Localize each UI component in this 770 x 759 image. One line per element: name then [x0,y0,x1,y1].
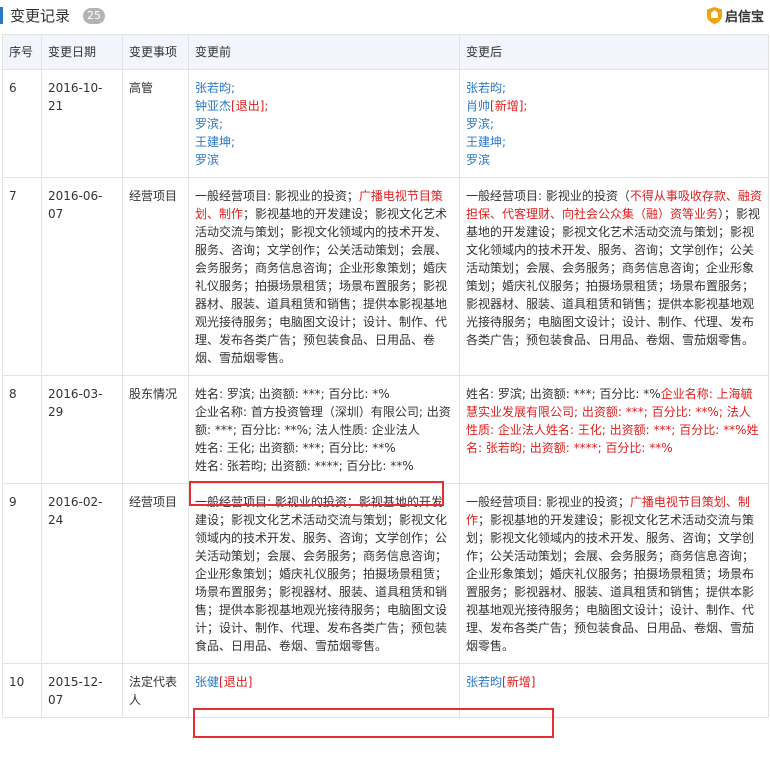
cell-date: 2016-02-24 [41,483,123,664]
cell-before: 一般经营项目: 影视业的投资；影视基地的开发建设；影视文化艺术活动交流与策划；影… [188,483,460,664]
change-highlight-text: [新增] [502,675,536,689]
person-link[interactable]: 张若昀 [466,675,502,689]
table-row: 10 2015-12-07 法定代表人 张健[退出] 张若昀[新增] [2,663,769,718]
cell-item: 股东情况 [122,375,189,484]
change-text: 企业名称: 首方投资管理（深圳）有限公司; 出资额: ***; 百分比: **%… [195,405,451,437]
person-link[interactable]: 罗滨 [195,153,219,167]
person-link[interactable]: 钟亚杰 [195,99,231,113]
cell-after: 一般经营项目: 影视业的投资（不得从事吸收存款、融资担保、代客理财、向社会公众集… [459,177,769,376]
cell-item: 高管 [122,69,189,178]
change-line: 罗滨 [466,151,762,169]
change-line: 姓名: 王化; 出资额: ***; 百分比: **% [195,439,453,457]
count-badge: 25 [83,8,105,24]
shield-icon [706,7,722,24]
cell-item: 经营项目 [122,483,189,664]
cell-no: 10 [2,663,42,718]
change-highlight-text: [新增]; [490,99,528,113]
change-highlight-text: [退出] [219,675,253,689]
change-line: 一般经营项目: 影视业的投资（不得从事吸收存款、融资担保、代客理财、向社会公众集… [466,187,762,349]
section-header: 变更记录 25 启信宝 [0,0,770,33]
person-link[interactable]: 张健 [195,675,219,689]
cell-after: 张若昀; 肖帅[新增]; 罗滨; 王建坤; 罗滨 [459,69,769,178]
change-line: 肖帅[新增]; [466,97,762,115]
cell-before: 张健[退出] [188,663,460,718]
change-text: 一般经营项目: 影视业的投资；影视基地的开发建设；影视文化艺术活动交流与策划；影… [195,495,448,653]
cell-no: 9 [2,483,42,664]
cell-before: 张若昀; 钟亚杰[退出]; 罗滨; 王建坤; 罗滨 [188,69,460,178]
change-text: 一般经营项目: 影视业的投资； [466,495,630,509]
person-link[interactable]: 王建坤; [195,135,235,149]
person-link[interactable]: 罗滨; [195,117,223,131]
change-line: 罗滨; [195,115,453,133]
cell-before: 一般经营项目: 影视业的投资；广播电视节目策划、制作；影视基地的开发建设；影视文… [188,177,460,376]
section-title: 变更记录 [10,7,71,25]
change-line: 姓名: 张若昀; 出资额: ****; 百分比: **% [195,457,453,475]
change-line: 王建坤; [195,133,453,151]
person-link[interactable]: 罗滨; [466,117,494,131]
change-line: 一般经营项目: 影视业的投资；广播电视节目策划、制作；影视基地的开发建设；影视文… [466,493,762,655]
cell-before: 姓名: 罗滨; 出资额: ***; 百分比: *% 企业名称: 首方投资管理（深圳… [188,375,460,484]
change-line: 张若昀[新增] [466,673,762,691]
person-link[interactable]: 张若昀; [195,81,235,95]
table-row: 6 2016-10-21 高管 张若昀; 钟亚杰[退出]; 罗滨; 王建坤; 罗滨 张若昀; 肖帅… [2,69,769,178]
brand-logo[interactable]: 启信宝 [706,6,764,25]
person-link[interactable]: 肖帅 [466,99,490,113]
change-text: 一般经营项目: 影视业的投资（ [466,189,630,203]
cell-item: 法定代表人 [122,663,189,718]
person-link[interactable]: 王建坤; [466,135,506,149]
change-line: 张健[退出] [195,673,453,691]
change-line: 姓名: 罗滨; 出资额: ***; 百分比: *%企业名称: 上海毓慧实业发展有… [466,385,762,457]
cell-after: 姓名: 罗滨; 出资额: ***; 百分比: *%企业名称: 上海毓慧实业发展有… [459,375,769,484]
cell-date: 2016-10-21 [41,69,123,178]
change-line: 一般经营项目: 影视业的投资；影视基地的开发建设；影视文化艺术活动交流与策划；影… [195,493,453,655]
person-link[interactable]: 罗滨 [466,153,490,167]
change-line: 罗滨; [466,115,762,133]
change-line: 一般经营项目: 影视业的投资；广播电视节目策划、制作；影视基地的开发建设；影视文… [195,187,453,367]
change-line: 钟亚杰[退出]; [195,97,453,115]
change-text: ；影视基地的开发建设；影视文化艺术活动交流与策划；影视文化领域内的技术开发、服务… [466,513,755,653]
table-row: 9 2016-02-24 经营项目 一般经营项目: 影视业的投资；影视基地的开发建设；… [2,483,769,664]
change-text: 一般经营项目: 影视业的投资； [195,189,359,203]
change-text: 姓名: 罗滨; 出资额: ***; 百分比: *% [195,387,390,401]
change-line: 张若昀; [466,79,762,97]
cell-date: 2016-06-07 [41,177,123,376]
section-accent-bar [0,7,3,24]
cell-date: 2015-12-07 [41,663,123,718]
change-highlight-text: [退出]; [231,99,269,113]
change-text: 姓名: 罗滨; 出资额: ***; 百分比: *% [466,387,661,401]
column-header-before: 变更前 [188,34,460,70]
table-row: 7 2016-06-07 经营项目 一般经营项目: 影视业的投资；广播电视节目策划、制… [2,177,769,376]
change-line: 姓名: 罗滨; 出资额: ***; 百分比: *% [195,385,453,403]
change-line: 罗滨 [195,151,453,169]
table-row: 8 2016-03-29 股东情况 姓名: 罗滨; 出资额: ***; 百分比: *%… [2,375,769,484]
column-header-item: 变更事项 [122,34,189,70]
column-header-after: 变更后 [459,34,769,70]
cell-date: 2016-03-29 [41,375,123,484]
change-line: 张若昀; [195,79,453,97]
cell-item: 经营项目 [122,177,189,376]
change-text: ；影视基地的开发建设；影视文化艺术活动交流与策划；影视文化领域内的技术开发、服务… [195,207,448,365]
brand-logo-text: 启信宝 [724,10,764,25]
change-line: 王建坤; [466,133,762,151]
cell-no: 8 [2,375,42,484]
change-text: 姓名: 王化; 出资额: ***; 百分比: **% [195,441,396,455]
change-text: 姓名: 张若昀; 出资额: ****; 百分比: **% [195,459,414,473]
column-header-date: 变更日期 [41,34,123,70]
person-link[interactable]: 张若昀; [466,81,506,95]
column-header-no: 序号 [2,34,42,70]
cell-after: 一般经营项目: 影视业的投资；广播电视节目策划、制作；影视基地的开发建设；影视文… [459,483,769,664]
change-text: ）；影视基地的开发建设；影视文化艺术活动交流与策划；影视文化领域内的技术开发、服… [466,207,761,347]
change-line: 企业名称: 首方投资管理（深圳）有限公司; 出资额: ***; 百分比: **%… [195,403,453,439]
table-header-row: 序号 变更日期 变更事项 变更前 变更后 [2,34,769,70]
cell-after: 张若昀[新增] [459,663,769,718]
change-records-table: 序号 变更日期 变更事项 变更前 变更后 6 2016-10-21 高管 张若昀; 钟亚… [2,34,769,718]
cell-no: 6 [2,69,42,178]
cell-no: 7 [2,177,42,376]
